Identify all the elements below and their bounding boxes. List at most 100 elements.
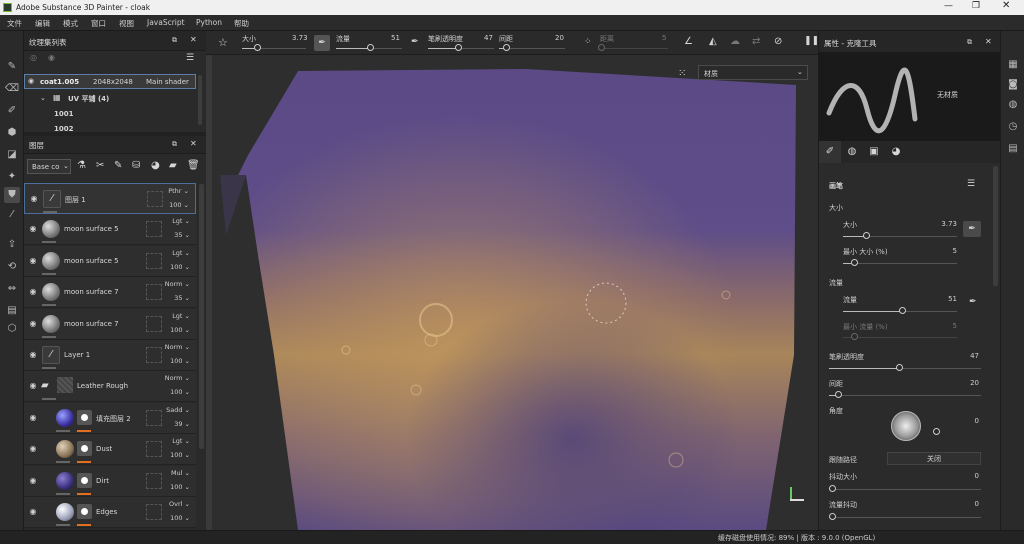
symmetry-x-icon[interactable]: ◭ [709,36,717,47]
layer-name[interactable]: moon surface 7 [64,288,119,296]
layer-opacity[interactable]: 39 ⌄ [174,420,190,428]
jitter-size-knob[interactable] [829,485,836,492]
brush-opacity-value[interactable]: 47 [943,352,979,360]
angle-icon[interactable]: ∠ [684,36,693,47]
material-mode-select[interactable]: 材质 ⌄ [698,65,808,80]
layer-row[interactable]: ◉ moon surface 7 Lgt ⌄ 100 ⌄ [24,308,196,340]
brush-preview[interactable]: 无材质 [819,53,1001,141]
layer-blend-mode[interactable]: Norm ⌄ [165,343,190,351]
maximize-icon[interactable]: ❐ [972,1,980,11]
layer-visibility-icon[interactable]: ◉ [28,444,38,454]
layer-name[interactable]: Edges [96,508,117,516]
texture-set-eye-icon[interactable]: ◉ [28,77,34,85]
spacing-knob[interactable] [835,391,842,398]
toolbar-size-value[interactable]: 3.73 [292,34,308,42]
history-icon[interactable]: ◷ [1005,119,1021,135]
layer-blend-mode[interactable]: Lgt ⌄ [172,312,190,320]
layer-opacity[interactable]: 100 ⌄ [170,326,190,334]
min-size-value[interactable]: 5 [923,247,957,255]
layer-opacity[interactable]: 100 ⌄ [170,357,190,365]
fill-mask-icon[interactable] [77,441,92,457]
layer-blend-mode[interactable]: Mul ⌄ [171,469,190,477]
layer-visibility-icon[interactable]: ◉ [28,507,38,517]
mask-slot[interactable] [146,284,162,301]
menu-python[interactable]: Python [196,18,222,27]
eraser-icon[interactable]: ⌫ [4,81,20,97]
min-size-knob[interactable] [851,259,858,266]
layer-blend-mode[interactable]: Ovrl ⌄ [169,500,190,508]
min-flow-slider[interactable] [843,337,957,338]
toolbar-flow-knob[interactable] [367,44,374,51]
brush-opacity-knob[interactable] [896,364,903,371]
toolbar-distance-slider[interactable] [600,48,668,49]
flow-value[interactable]: 51 [923,295,957,303]
layer-row[interactable]: ◉ ▰ Leather Rough Norm ⌄ 100 ⌄ [24,371,196,403]
layer-opacity[interactable]: 100 ⌄ [170,483,190,491]
transform-icon[interactable]: ⟲ [4,259,20,275]
menu-view[interactable]: 视图 [119,18,134,29]
lazy-mouse-icon[interactable]: ⁘ [584,37,592,47]
layer-blend-mode[interactable]: Norm ⌄ [165,374,190,382]
viewport-scrollbar[interactable] [206,55,212,530]
channel-select[interactable]: Base co ⌄ [27,159,71,174]
menu-help[interactable]: 帮助 [234,18,249,29]
layer-visibility-icon[interactable]: ◉ [28,287,38,297]
camera-settings-icon[interactable]: ⁙ [678,68,686,79]
menu-edit[interactable]: 编辑 [35,18,50,29]
menu-javascript[interactable]: JavaScript [147,18,185,27]
layer-row[interactable]: ◉ moon surface 5 Lgt ⌄ 35 ⌄ [24,214,196,246]
texture-set-item[interactable]: ◉ coat1.005 2048x2048 Main shader [24,74,196,89]
layer-blend-mode[interactable]: Lgt ⌄ [172,217,190,225]
expand-icon[interactable]: ⌄ [40,94,46,102]
texture-set-settings-icon[interactable]: ▦ [1005,57,1021,73]
panel-close-icon[interactable]: ✕ [190,139,197,148]
follow-path-toggle[interactable]: 关闭 [887,452,981,465]
delete-layer-icon[interactable]: 🗑 [187,160,200,171]
tab-alpha[interactable]: ◍ [841,141,863,163]
size-value[interactable]: 3.73 [923,220,957,228]
settings-eye-icon[interactable]: ◉ [48,53,55,62]
uv-tiles-row[interactable]: ⌄ ▦ UV 平铺 (4) [24,91,196,106]
toolbar-size-knob[interactable] [254,44,261,51]
log-icon[interactable]: ▤ [1005,141,1021,157]
layer-opacity[interactable]: 100 ⌄ [169,201,189,209]
layer-name[interactable]: moon surface 7 [64,320,119,328]
layer-name[interactable]: Leather Rough [77,382,128,390]
udim-item[interactable]: 1002 [54,125,73,131]
angle-slider-knob[interactable] [933,428,940,435]
asset-export-icon[interactable]: ▤ [4,303,20,319]
render-icon[interactable]: ⬡ [4,321,20,337]
size-slider-knob[interactable] [863,232,870,239]
3d-viewport[interactable]: ⁙ 材质 ⌄ [206,55,818,530]
tab-stencil[interactable]: ▣ [863,141,885,163]
toolbar-spacing-knob[interactable] [503,44,510,51]
layer-visibility-icon[interactable]: ◉ [28,413,38,423]
toolbar-flow-value[interactable]: 51 [391,34,400,42]
texture-set-shader[interactable]: Main shader [146,78,189,86]
layer-row[interactable]: ◉ Edges Ovrl ⌄ 100 ⌄ [24,497,196,528]
layer-blend-mode[interactable]: Lgt ⌄ [172,437,190,445]
close-icon[interactable]: ✕ [1002,0,1010,11]
layer-blend-mode[interactable]: Lgt ⌄ [172,249,190,257]
layer-name[interactable]: Dust [96,445,112,453]
spacing-value[interactable]: 20 [943,379,979,387]
layer-visibility-icon[interactable]: ◉ [28,256,38,266]
flow-pressure-icon[interactable]: ✒ [411,37,419,47]
fill-mask-icon[interactable] [77,472,92,488]
toolbar-distance-knob[interactable] [598,44,605,51]
texture-set-scrollbar[interactable] [198,75,202,125]
layer-visibility-icon[interactable]: ◉ [28,350,38,360]
visibility-icon[interactable]: ◎ [30,53,37,62]
mask-slot[interactable] [146,347,162,363]
spacing-slider[interactable] [829,395,981,396]
pause-icon[interactable]: ❚❚ [804,36,819,46]
size-pressure-icon[interactable]: ✒ [963,221,981,237]
undock-icon[interactable]: ⧉ [172,36,177,45]
layer-row[interactable]: ◉ 填充图层 2 Sadd ⌄ 39 ⌄ [24,402,196,434]
brush-opacity-slider[interactable] [829,368,981,369]
mask-slot[interactable] [146,472,162,489]
layer-blend-mode[interactable]: Pthr ⌄ [168,187,189,195]
layer-visibility-icon[interactable]: ◉ [28,224,38,234]
mirror-icon[interactable]: ⇔ [4,281,20,297]
layer-blend-mode[interactable]: Sadd ⌄ [166,406,190,414]
